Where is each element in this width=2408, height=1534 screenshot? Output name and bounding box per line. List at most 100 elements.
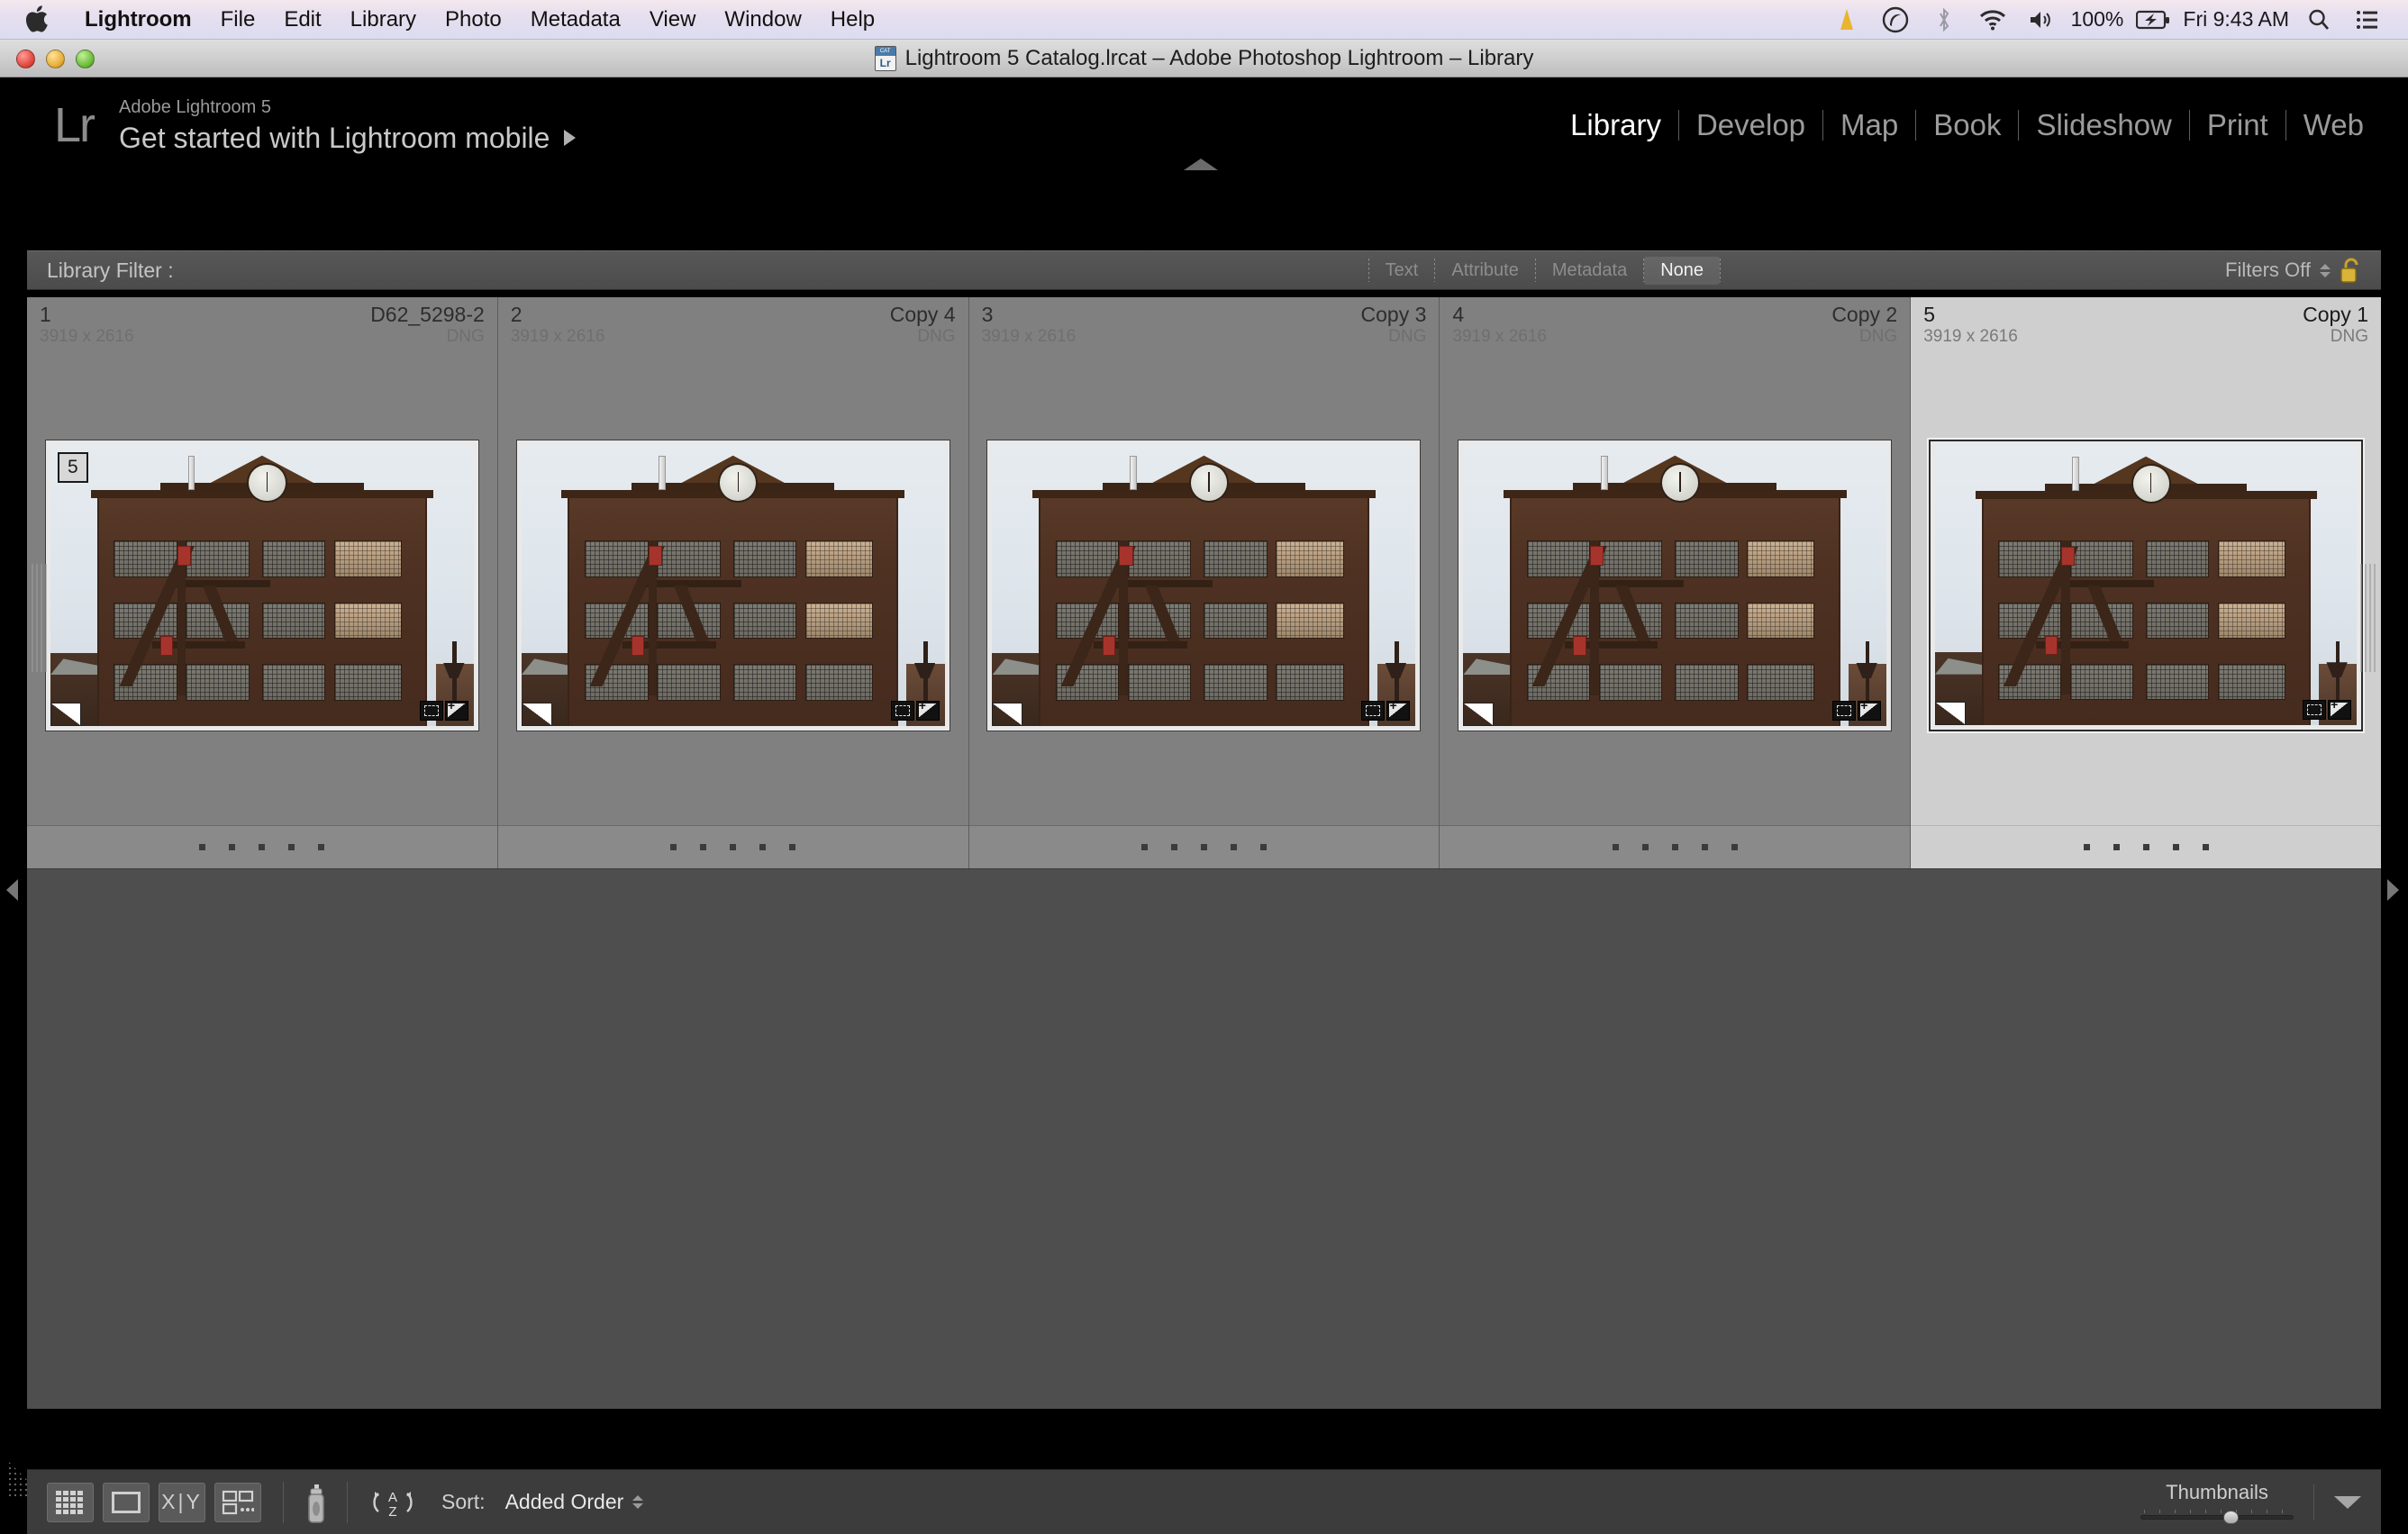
menu-library[interactable]: Library [336,0,431,40]
triangle-down-icon[interactable] [2334,1496,2361,1509]
cell-body[interactable] [969,346,1440,825]
cell-body[interactable] [498,346,968,825]
right-panel-toggle-icon[interactable] [2387,879,2402,903]
promo-link[interactable]: Get started with Lightroom mobile [119,120,576,156]
rating-dot[interactable] [730,844,736,850]
photo-thumbnail[interactable]: 5 [50,445,474,726]
chevron-updown-icon[interactable] [2320,264,2331,277]
menu-photo[interactable]: Photo [431,0,516,40]
rating-dot[interactable] [1141,844,1148,850]
top-panel-collapse-icon[interactable] [1184,159,1218,170]
survey-cell[interactable]: 4 Copy 2 3919 x 2616 DNG [1440,297,1911,868]
rating-dot[interactable] [1731,844,1738,850]
menu-view[interactable]: View [635,0,711,40]
module-web[interactable]: Web [2286,108,2381,142]
close-button[interactable] [16,50,35,68]
rating-dot[interactable] [1201,844,1207,850]
sort-value[interactable]: Added Order [505,1490,624,1514]
bluetooth-icon[interactable] [1920,0,1968,40]
alert-triangle-icon[interactable] [1822,0,1871,40]
menu-help[interactable]: Help [816,0,889,40]
photo-thumbnail[interactable] [1935,446,2357,725]
develop-settings-badge-icon[interactable] [445,701,468,721]
develop-settings-badge-icon[interactable] [1858,701,1881,721]
menu-bar-clock[interactable]: Fri 9:43 AM [2177,7,2294,32]
filter-tab-attribute[interactable]: Attribute [1435,260,1534,281]
develop-settings-badge-icon[interactable] [1386,701,1410,721]
rating-dot[interactable] [259,844,265,850]
rating-dot[interactable] [288,844,295,850]
az-sort-icon[interactable]: A Z [369,1484,416,1520]
module-map[interactable]: Map [1823,108,1915,142]
play-triangle-icon[interactable] [564,130,576,146]
up-down-stepper-icon[interactable] [632,1495,643,1509]
rating-dot[interactable] [1171,844,1177,850]
crop-badge-icon[interactable] [2303,700,2326,720]
rating-dot[interactable] [1642,844,1649,850]
rating-dot[interactable] [670,844,677,850]
photo-frame[interactable] [986,440,1421,731]
menu-file[interactable]: File [206,0,270,40]
crop-badge-icon[interactable] [420,701,443,721]
rating-dot[interactable] [1672,844,1678,850]
cell-body[interactable] [1440,346,1910,825]
spotlight-search-icon[interactable] [2294,0,2343,40]
rating-dot[interactable] [1613,844,1619,850]
loupe-view-icon[interactable] [103,1483,150,1522]
zoom-button[interactable] [76,50,95,68]
padlock-open-icon[interactable] [2340,257,2363,284]
photo-thumbnail[interactable] [992,445,1415,726]
photo-thumbnail[interactable] [522,445,945,726]
rating-dot[interactable] [2113,844,2120,850]
pick-count-badge[interactable]: 5 [58,452,88,483]
cell-rating-footer[interactable] [1911,825,2381,868]
filter-tab-metadata[interactable]: Metadata [1536,260,1643,281]
develop-settings-badge-icon[interactable] [2328,700,2351,720]
develop-settings-badge-icon[interactable] [916,701,940,721]
volume-icon[interactable] [2017,0,2066,40]
identity-plate[interactable]: Adobe Lightroom 5 Get started with Light… [119,95,576,156]
survey-cell[interactable]: 3 Copy 3 3919 x 2616 DNG [969,297,1440,868]
rating-dot[interactable] [2173,844,2179,850]
filter-tab-text[interactable]: Text [1369,260,1435,281]
menu-window[interactable]: Window [710,0,815,40]
cell-rating-footer[interactable] [27,825,497,868]
filter-tab-none[interactable]: None [1644,257,1720,285]
module-print[interactable]: Print [2190,108,2285,142]
survey-cell-selected[interactable]: 5 Copy 1 3919 x 2616 DNG [1911,297,2381,868]
thumbnail-size-slider[interactable] [2140,1510,2294,1524]
minimize-button[interactable] [46,50,65,68]
menu-lightroom[interactable]: Lightroom [70,0,206,40]
survey-cell[interactable]: 1 D62_5298-2 3919 x 2616 DNG [27,297,498,868]
apple-logo-icon[interactable] [23,5,50,35]
left-panel-edge-grip[interactable] [32,564,48,672]
rating-dot[interactable] [1231,844,1237,850]
rating-dot[interactable] [759,844,766,850]
rating-dot[interactable] [2084,844,2090,850]
module-library[interactable]: Library [1553,108,1678,142]
filters-state-control[interactable]: Filters Off [2225,257,2381,284]
rating-dot[interactable] [2203,844,2209,850]
cell-rating-footer[interactable] [1440,825,1910,868]
survey-cell[interactable]: 2 Copy 4 3919 x 2616 DNG [498,297,969,868]
photo-thumbnail[interactable] [1463,445,1886,726]
cell-body[interactable] [1911,346,2381,825]
left-panel-toggle-icon[interactable] [6,879,21,903]
cell-body[interactable]: 5 [27,346,497,825]
module-slideshow[interactable]: Slideshow [2019,108,2188,142]
cell-rating-footer[interactable] [498,825,968,868]
slider-handle[interactable] [2223,1511,2239,1524]
survey-view-icon[interactable] [214,1483,261,1522]
menu-metadata[interactable]: Metadata [516,0,635,40]
grid-view-icon[interactable] [47,1483,94,1522]
slider-track[interactable] [2140,1515,2294,1520]
right-panel-edge-grip[interactable] [2360,564,2376,672]
notification-center-icon[interactable] [2343,0,2392,40]
crop-badge-icon[interactable] [891,701,914,721]
crop-badge-icon[interactable] [1832,701,1856,721]
module-book[interactable]: Book [1916,108,2018,142]
rating-dot[interactable] [700,844,706,850]
rating-dot[interactable] [318,844,324,850]
wifi-icon[interactable] [1968,0,2017,40]
compare-view-icon[interactable]: X|Y [159,1483,205,1522]
